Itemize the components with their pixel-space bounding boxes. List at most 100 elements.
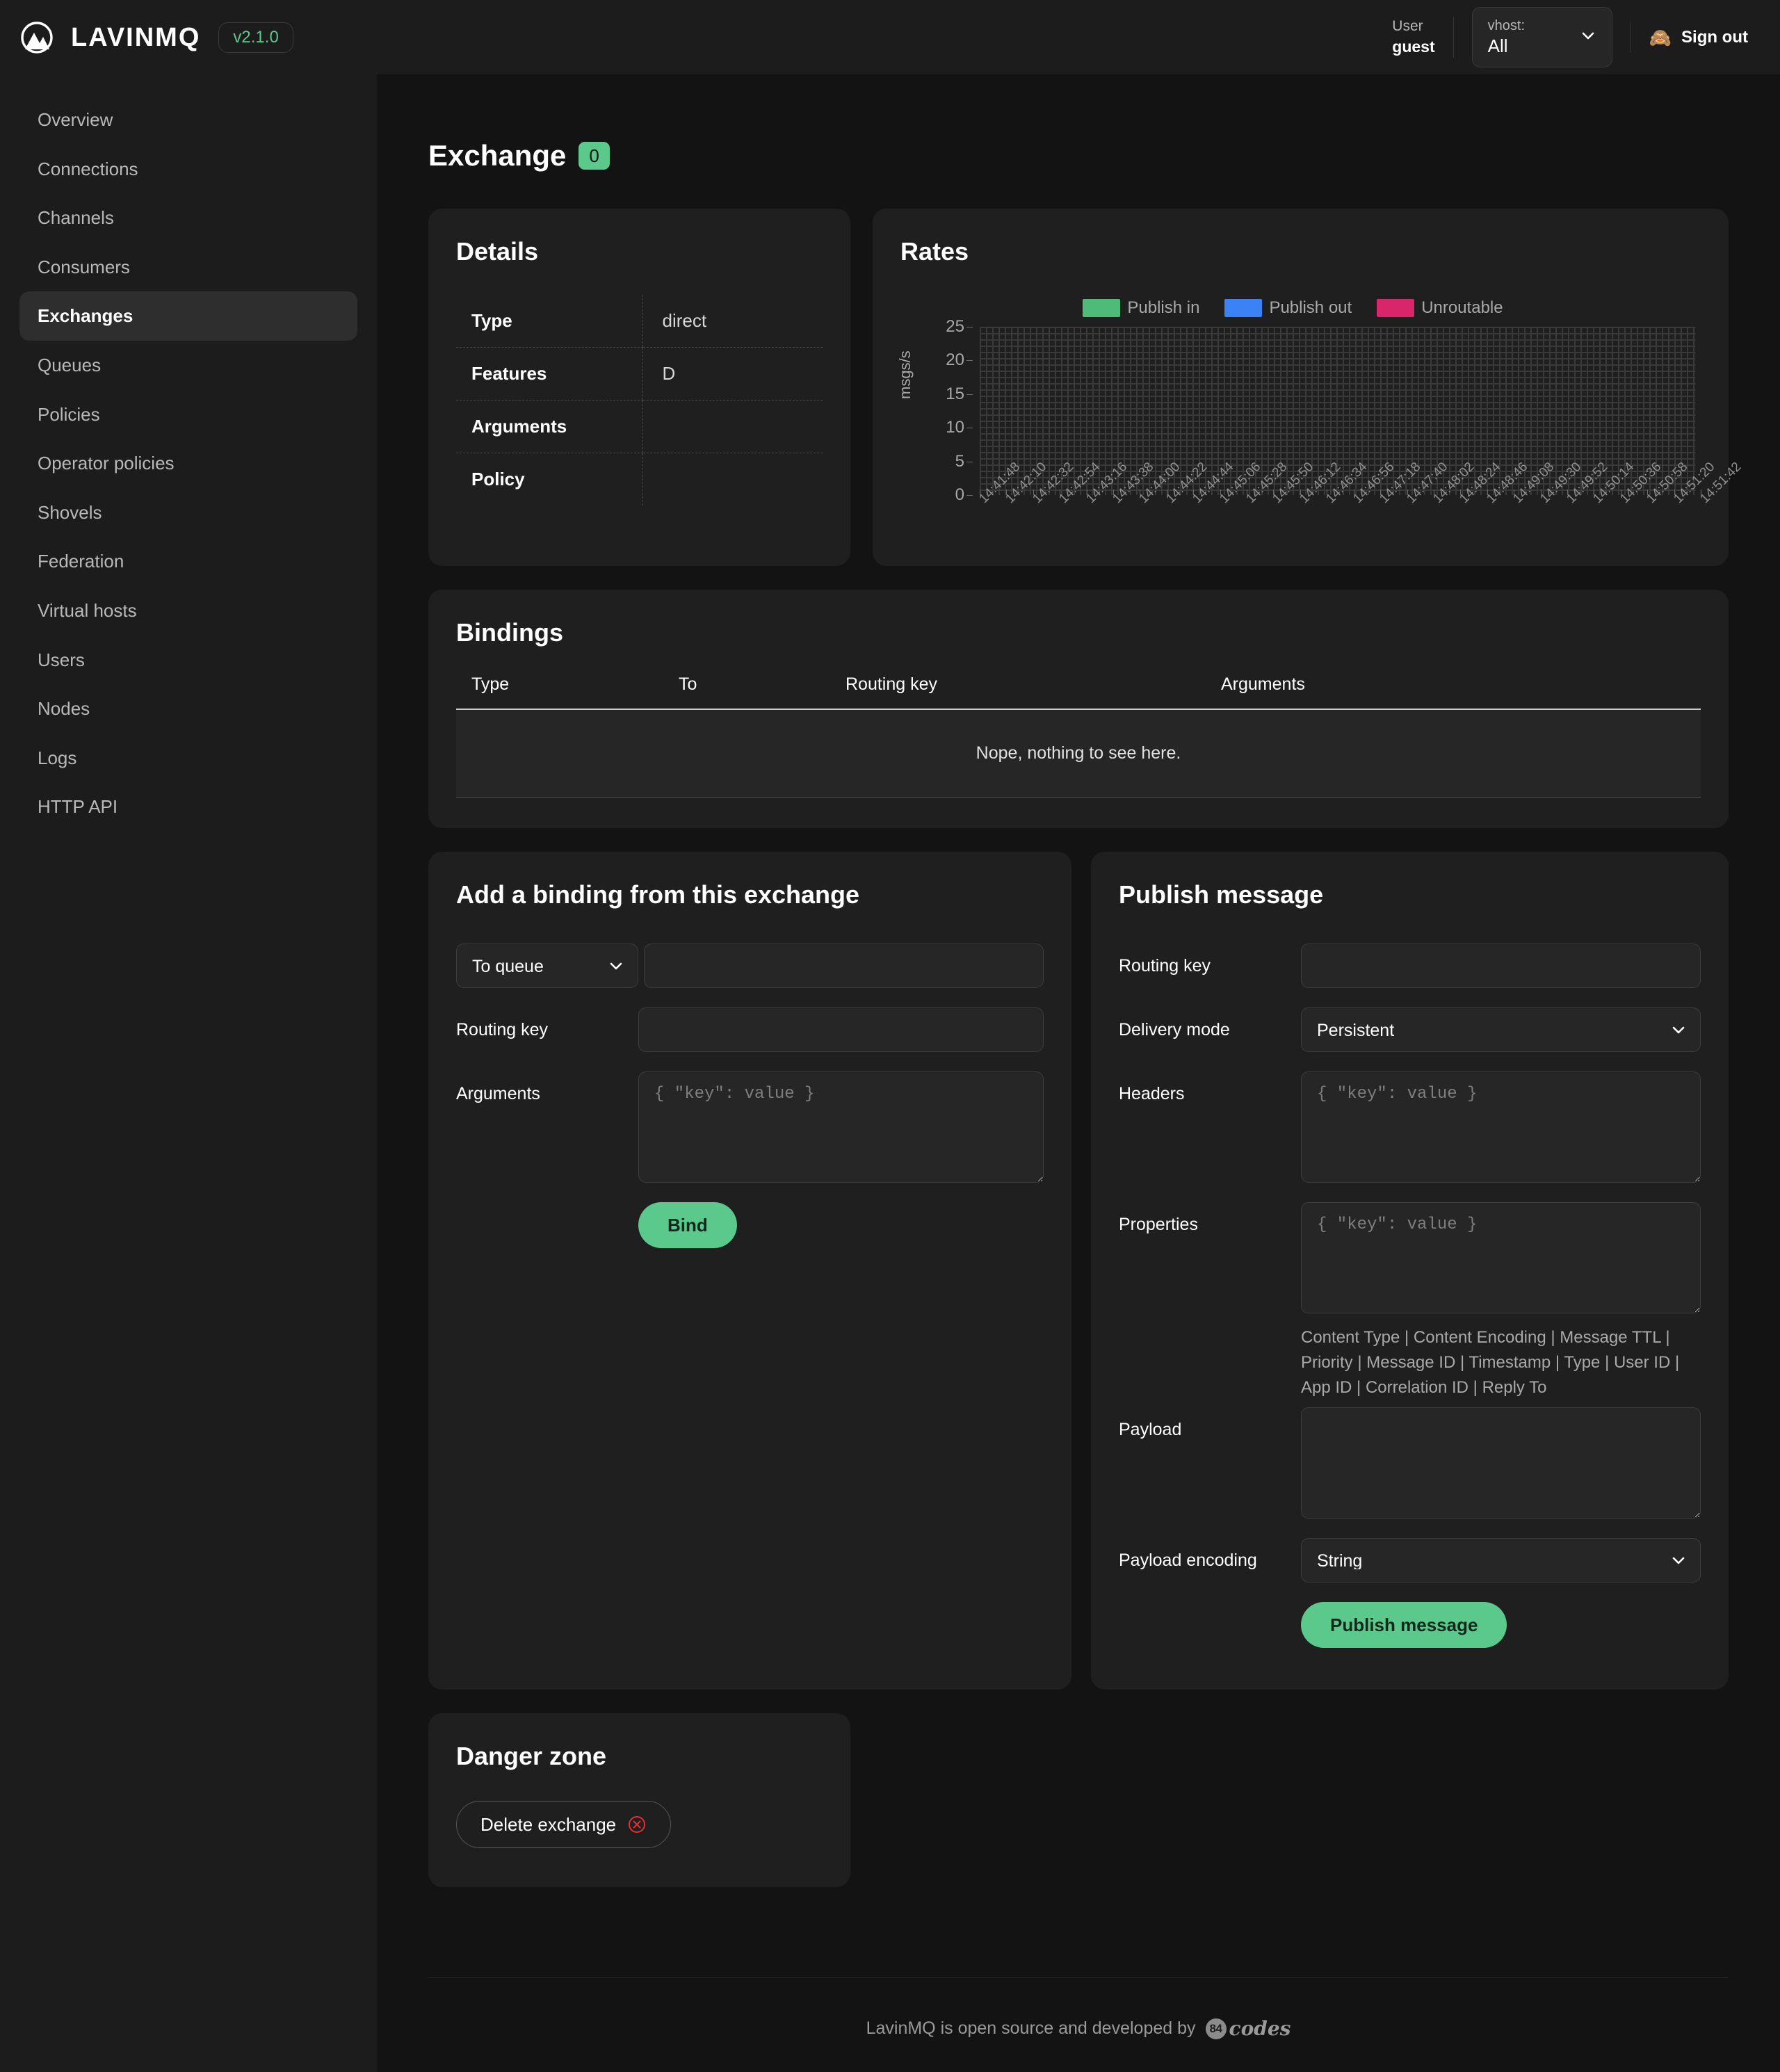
sidebar-item-http-api[interactable]: HTTP API bbox=[19, 782, 357, 832]
binding-destination-row: To queue bbox=[456, 944, 1044, 988]
sidebar-item-policies[interactable]: Policies bbox=[19, 390, 357, 439]
publish-routing-key-label: Routing key bbox=[1119, 956, 1211, 976]
y-axis-tick-label: 0 bbox=[955, 485, 973, 504]
details-row-key: Type bbox=[456, 295, 642, 348]
publish-payload-label: Payload bbox=[1119, 1420, 1182, 1439]
chart-legend-item[interactable]: Publish in bbox=[1083, 299, 1199, 317]
payload-encoding-select[interactable]: String bbox=[1301, 1538, 1701, 1583]
sidebar-item-label: Channels bbox=[38, 207, 114, 229]
vhost-selector[interactable]: vhost: All bbox=[1471, 7, 1612, 67]
publish-payload-row: Payload bbox=[1119, 1407, 1701, 1519]
sidebar-item-queues[interactable]: Queues bbox=[19, 341, 357, 390]
sidebar-item-exchanges[interactable]: Exchanges bbox=[19, 291, 357, 341]
x-axis-ticks: 14:41:48 14:42:10 14:42:32 14:42:54 14:43:16… bbox=[976, 460, 1744, 535]
legend-color-swatch bbox=[1377, 299, 1415, 317]
publish-headers-row: Headers bbox=[1119, 1071, 1701, 1183]
publish-message-card: Publish message Routing key Delivery mod… bbox=[1091, 852, 1729, 1690]
details-row-value bbox=[642, 453, 823, 505]
footer-text: LavinMQ is open source and developed by bbox=[866, 2018, 1196, 2038]
publish-properties-row: Properties Content Type | Content Encodi… bbox=[1119, 1202, 1701, 1400]
details-row: Type direct bbox=[456, 295, 823, 348]
sidebar-item-consumers[interactable]: Consumers bbox=[19, 243, 357, 292]
vhost-value: All bbox=[1487, 35, 1508, 57]
page-header: Exchange 0 bbox=[428, 141, 1780, 170]
bindings-column-header: Routing key bbox=[846, 674, 1221, 710]
publish-message-button[interactable]: Publish message bbox=[1301, 1602, 1507, 1648]
details-row-key: Arguments bbox=[456, 400, 642, 453]
sidebar-item-virtual-hosts[interactable]: Virtual hosts bbox=[19, 586, 357, 636]
sidebar-item-federation[interactable]: Federation bbox=[19, 537, 357, 586]
bind-button[interactable]: Bind bbox=[638, 1202, 737, 1248]
publish-routing-key-input[interactable] bbox=[1301, 944, 1701, 988]
sidebar-item-shovels[interactable]: Shovels bbox=[19, 488, 357, 537]
bindings-card: Bindings Type To Routing key Arguments Nope… bbox=[428, 590, 1729, 828]
chart-legend-item[interactable]: Unroutable bbox=[1377, 299, 1503, 317]
version-badge: v2.1.0 bbox=[218, 22, 293, 53]
y-axis-ticks: 0 5 10 15 20 25 bbox=[946, 318, 974, 503]
details-row-value bbox=[642, 400, 823, 453]
lavinmq-logo-icon bbox=[21, 21, 53, 54]
y-axis-tick-label: 15 bbox=[946, 384, 973, 403]
details-row-key: Policy bbox=[471, 469, 525, 489]
publish-properties-hint: Content Type | Content Encoding | Messag… bbox=[1301, 1328, 1680, 1397]
details-title: Details bbox=[456, 237, 539, 266]
binding-routing-key-row: Routing key bbox=[456, 1007, 1044, 1052]
details-card: Details Type direct Features D Arguments Poli… bbox=[428, 209, 850, 566]
add-binding-card: Add a binding from this exchange To queu… bbox=[428, 852, 1071, 1690]
publish-routing-key-row: Routing key bbox=[1119, 944, 1701, 988]
publish-delivery-mode-label: Delivery mode bbox=[1119, 1020, 1230, 1039]
brand-block[interactable]: LAVINMQ v2.1.0 bbox=[21, 21, 293, 54]
exchange-count-badge: 0 bbox=[578, 142, 610, 170]
bindings-table: Type To Routing key Arguments Nope, nothing… bbox=[456, 674, 1701, 798]
sidebar-item-channels[interactable]: Channels bbox=[19, 193, 357, 243]
binding-arguments-textarea[interactable] bbox=[638, 1071, 1044, 1183]
binding-destination-input[interactable] bbox=[644, 944, 1044, 988]
binding-routing-key-input[interactable] bbox=[638, 1007, 1044, 1052]
vhost-label: vhost: bbox=[1487, 18, 1525, 34]
details-row-value: direct bbox=[642, 295, 823, 348]
sidebar-item-logs[interactable]: Logs bbox=[19, 734, 357, 783]
brand-name: LAVINMQ bbox=[71, 22, 201, 52]
sidebar-item-nodes[interactable]: Nodes bbox=[19, 684, 357, 734]
chevron-down-icon bbox=[1580, 27, 1596, 47]
legend-color-swatch bbox=[1224, 299, 1263, 317]
sidebar-item-label: Operator policies bbox=[38, 453, 175, 474]
publish-properties-textarea[interactable] bbox=[1301, 1202, 1701, 1313]
sidebar-item-label: Federation bbox=[38, 551, 124, 572]
sidebar-item-label: Overview bbox=[38, 109, 113, 130]
publish-payload-textarea[interactable] bbox=[1301, 1407, 1701, 1519]
sidebar-item-overview[interactable]: Overview bbox=[19, 95, 357, 145]
84codes-logo-icon: 84 codes bbox=[1205, 2017, 1290, 2040]
chart-legend-item[interactable]: Publish out bbox=[1224, 299, 1352, 317]
sidebar-item-label: Logs bbox=[38, 747, 77, 768]
monkey-icon: 🙈 bbox=[1649, 26, 1672, 48]
sign-out-label: Sign out bbox=[1681, 27, 1748, 47]
page-footer: LavinMQ is open source and developed by … bbox=[428, 1977, 1729, 2072]
delivery-mode-select[interactable]: Persistent bbox=[1301, 1007, 1701, 1052]
sidebar-item-label: Exchanges bbox=[38, 305, 134, 327]
details-row-key: Features bbox=[456, 347, 642, 400]
legend-label: Publish in bbox=[1127, 298, 1200, 317]
sidebar-item-connections[interactable]: Connections bbox=[19, 145, 357, 194]
add-binding-title: Add a binding from this exchange bbox=[456, 880, 860, 909]
sidebar-item-label: Shovels bbox=[38, 501, 102, 523]
danger-zone-card: Danger zone Delete exchange bbox=[428, 1713, 850, 1887]
rates-title: Rates bbox=[900, 237, 969, 266]
chart-legend: Publish in Publish out Unroutable bbox=[900, 299, 1701, 317]
binding-destination-type[interactable]: To queue bbox=[456, 944, 638, 988]
y-axis-title: msgs/s bbox=[896, 350, 914, 399]
publish-headers-textarea[interactable] bbox=[1301, 1071, 1701, 1183]
danger-zone-title: Danger zone bbox=[456, 1742, 607, 1770]
header-right: User guest vhost: All 🙈 Sign out bbox=[1392, 0, 1748, 74]
details-row: Features D bbox=[456, 347, 823, 400]
delete-exchange-button[interactable]: Delete exchange bbox=[456, 1801, 672, 1848]
sidebar-item-operator-policies[interactable]: Operator policies bbox=[19, 439, 357, 488]
binding-destination-select[interactable]: To queue bbox=[456, 944, 638, 988]
sign-out-button[interactable]: 🙈 Sign out bbox=[1649, 28, 1748, 47]
details-row: Policy bbox=[456, 453, 823, 505]
top-header: LAVINMQ v2.1.0 User guest vhost: All 🙈 S… bbox=[0, 0, 1780, 74]
sidebar-item-users[interactable]: Users bbox=[19, 636, 357, 685]
bindings-empty-row: Nope, nothing to see here. bbox=[456, 709, 1701, 798]
main-content: Exchange 0 Details Type direct Features D Ar… bbox=[377, 74, 1780, 2072]
close-circle-icon bbox=[627, 1815, 647, 1834]
